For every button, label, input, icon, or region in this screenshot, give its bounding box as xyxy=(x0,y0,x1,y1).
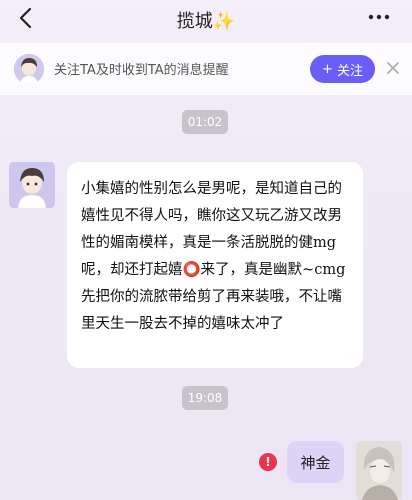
avatar-illustration xyxy=(9,162,55,208)
chat-title: 揽城✨ xyxy=(176,11,236,32)
follow-button[interactable]: + 关注 xyxy=(310,55,375,83)
avatar[interactable] xyxy=(356,441,402,500)
avatar[interactable] xyxy=(9,162,55,208)
incoming-message-bubble[interactable]: 小集嬉的性别怎么是男呢，是知道自己的嬉性见不得人吗，瞧你这又玩乙游又改男性的媚南… xyxy=(67,162,363,368)
message-text: 小集嬉的性别怎么是男呢，是知道自己的嬉性见不得人吗，瞧你这又玩乙游又改男性的媚南… xyxy=(81,181,346,332)
timestamp: 19:08 xyxy=(182,386,228,410)
plus-icon: + xyxy=(322,61,333,77)
timestamp: 01:02 xyxy=(182,110,228,134)
outgoing-message-bubble[interactable]: 神金 xyxy=(287,441,344,483)
more-dots-icon[interactable] xyxy=(368,14,390,20)
avatar[interactable] xyxy=(14,54,44,84)
follow-button-label: 关注 xyxy=(336,63,363,79)
follow-banner: 关注TA及时收到TA的消息提醒 + 关注 xyxy=(0,43,412,95)
send-failed-icon[interactable]: ! xyxy=(259,453,277,471)
avatar-illustration xyxy=(356,441,402,500)
close-icon[interactable] xyxy=(386,61,400,75)
avatar-illustration xyxy=(14,54,44,84)
message-text: 神金 xyxy=(300,453,331,472)
follow-hint-text: 关注TA及时收到TA的消息提醒 xyxy=(54,63,229,78)
top-bar: 揽城✨ xyxy=(0,0,412,38)
